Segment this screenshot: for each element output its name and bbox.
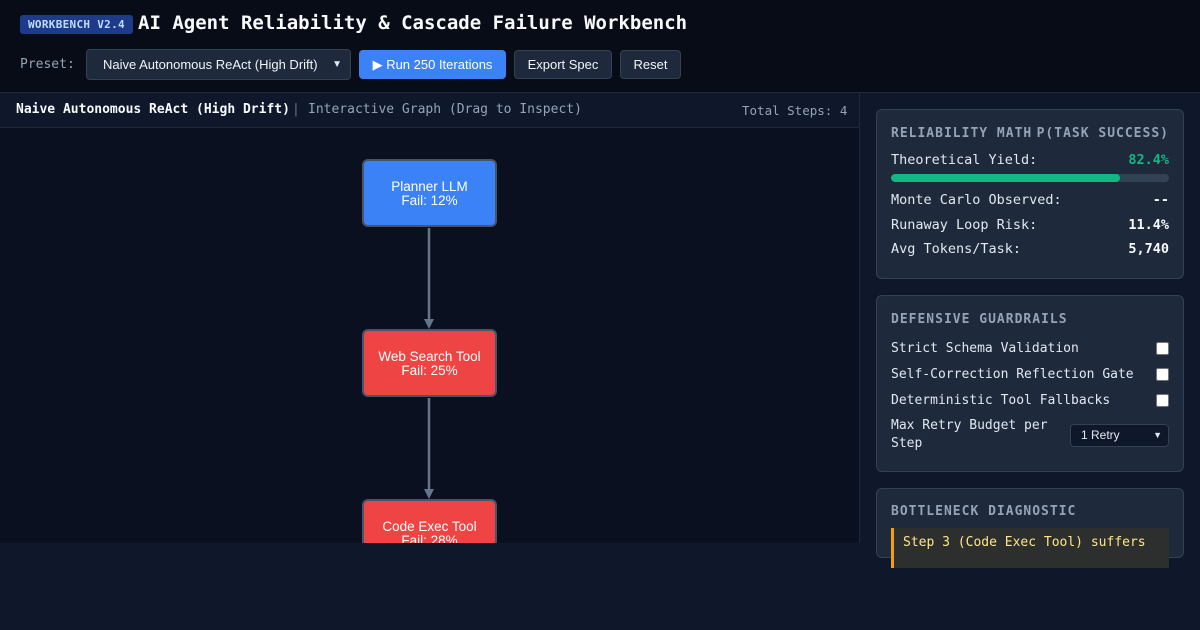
graph-header: Naive Autonomous ReAct (High Drift) | In…	[0, 93, 859, 128]
theoretical-yield-row: Theoretical Yield: 82.4%	[891, 152, 1169, 168]
node-name: Code Exec Tool	[382, 519, 477, 534]
app-title: AI Agent Reliability & Cascade Failure W…	[138, 12, 688, 34]
theoretical-yield-value: 82.4%	[1128, 152, 1169, 168]
avg-tokens-value: 5,740	[1128, 241, 1169, 257]
guardrail-label: Deterministic Tool Fallbacks	[891, 393, 1111, 408]
reliability-title: RELIABILITY MATH	[891, 126, 1033, 141]
graph-node-planner-llm[interactable]: Planner LLM Fail: 12%	[362, 159, 497, 227]
chevron-down-icon: ▼	[332, 59, 342, 70]
preset-select[interactable]: Naive Autonomous ReAct (High Drift) ▼	[86, 49, 351, 80]
yield-progress-fill	[891, 174, 1121, 182]
node-name: Web Search Tool	[378, 349, 481, 364]
guardrail-schema-validation[interactable]: Strict Schema Validation	[891, 341, 1169, 356]
retry-budget-select[interactable]: 1 Retry ▼	[1070, 424, 1169, 447]
monte-carlo-value: --	[1152, 192, 1169, 208]
theoretical-yield-label: Theoretical Yield:	[891, 152, 1038, 168]
version-badge: WORKBENCH V2.4	[20, 15, 133, 34]
guardrail-reflection-gate[interactable]: Self-Correction Reflection Gate	[891, 367, 1169, 382]
guardrail-label: Strict Schema Validation	[891, 341, 1079, 356]
schema-validation-checkbox[interactable]	[1156, 342, 1169, 355]
export-spec-button[interactable]: Export Spec	[514, 50, 612, 79]
reliability-math-card: RELIABILITY MATH P(TASK SUCCESS) Theoret…	[876, 109, 1184, 279]
tool-fallbacks-checkbox[interactable]	[1156, 394, 1169, 407]
node-name: Planner LLM	[391, 179, 468, 194]
monte-carlo-label: Monte Carlo Observed:	[891, 192, 1062, 208]
top-toolbar: WORKBENCH V2.4 AI Agent Reliability & Ca…	[0, 0, 1200, 93]
bottleneck-diagnostic-card: BOTTLENECK DIAGNOSTIC Step 3 (Code Exec …	[876, 488, 1184, 568]
graph-title-separator: |	[292, 102, 300, 117]
arrow-head-icon	[424, 489, 434, 499]
guardrails-title: DEFENSIVE GUARDRAILS	[891, 312, 1068, 327]
guardrail-tool-fallbacks[interactable]: Deterministic Tool Fallbacks	[891, 393, 1169, 408]
reset-button[interactable]: Reset	[620, 50, 681, 79]
retry-budget-label: Max Retry Budget per Step	[891, 418, 1048, 451]
avg-tokens-row: Avg Tokens/Task: 5,740	[891, 241, 1169, 257]
runaway-loop-row: Runaway Loop Risk: 11.4%	[891, 217, 1169, 233]
avg-tokens-label: Avg Tokens/Task:	[891, 241, 1022, 257]
chevron-down-icon: ▼	[1153, 430, 1162, 440]
graph-canvas[interactable]: Planner LLM Fail: 12% Web Search Tool Fa…	[0, 128, 859, 543]
graph-panel: Naive Autonomous ReAct (High Drift) | In…	[0, 93, 860, 543]
reflection-gate-checkbox[interactable]	[1156, 368, 1169, 381]
graph-subtitle: Interactive Graph (Drag to Inspect)	[308, 102, 582, 117]
graph-node-web-search-tool[interactable]: Web Search Tool Fail: 25%	[362, 329, 497, 397]
graph-title: Naive Autonomous ReAct (High Drift)	[16, 102, 290, 117]
graph-node-code-exec-tool[interactable]: Code Exec Tool Fail: 28%	[362, 499, 497, 543]
guardrail-label: Self-Correction Reflection Gate	[891, 367, 1134, 382]
yield-progress-bar	[891, 174, 1169, 182]
monte-carlo-row: Monte Carlo Observed: --	[891, 192, 1169, 208]
reliability-subtitle: P(TASK SUCCESS)	[1036, 126, 1169, 141]
retry-budget-value: 1 Retry	[1081, 428, 1120, 442]
node-fail-rate: Fail: 12%	[401, 193, 458, 208]
defensive-guardrails-card: DEFENSIVE GUARDRAILS Strict Schema Valid…	[876, 295, 1184, 472]
runaway-loop-label: Runaway Loop Risk:	[891, 217, 1038, 233]
preset-select-value: Naive Autonomous ReAct (High Drift)	[103, 57, 318, 72]
run-iterations-button[interactable]: ▶ Run 250 Iterations	[359, 50, 506, 79]
preset-label: Preset:	[20, 57, 75, 72]
runaway-loop-value: 11.4%	[1128, 217, 1169, 233]
bottleneck-title: BOTTLENECK DIAGNOSTIC	[891, 504, 1077, 519]
node-fail-rate: Fail: 28%	[401, 533, 458, 543]
arrow-head-icon	[424, 319, 434, 329]
bottleneck-message: Step 3 (Code Exec Tool) suffers	[891, 528, 1169, 568]
total-steps-label: Total Steps: 4	[742, 103, 848, 118]
node-fail-rate: Fail: 25%	[401, 363, 458, 378]
